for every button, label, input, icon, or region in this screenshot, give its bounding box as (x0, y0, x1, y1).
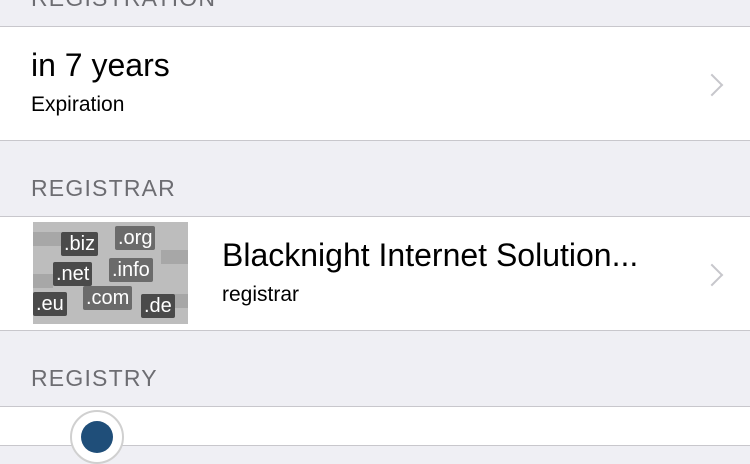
registrar-label: registrar (222, 283, 300, 306)
tld-com: .com (83, 286, 133, 310)
expiration-label: Expiration (31, 93, 125, 116)
expiration-row[interactable]: in 7 years Expiration (0, 26, 750, 141)
tld-info: .info (109, 258, 153, 282)
chevron-right-icon (700, 73, 724, 97)
registrar-thumbnail: .biz .org .net .info .eu .com .de (33, 222, 188, 324)
registrar-name: Blacknight Internet Solution... (222, 237, 639, 273)
registry-logo-icon (70, 410, 124, 464)
expiration-value: in 7 years (31, 47, 170, 83)
tld-org: .org (115, 226, 156, 250)
registrar-row[interactable]: .biz .org .net .info .eu .com .de Blackn… (0, 216, 750, 331)
section-header-registration: REGISTRATION (31, 0, 216, 12)
section-header-registrar: REGISTRAR (31, 175, 176, 201)
tld-eu: .eu (33, 292, 67, 316)
section-header-registry: REGISTRY (31, 365, 158, 391)
tld-biz: .biz (61, 232, 99, 256)
tld-de: .de (141, 294, 175, 318)
tld-net: .net (53, 262, 93, 286)
chevron-right-icon (700, 263, 724, 287)
